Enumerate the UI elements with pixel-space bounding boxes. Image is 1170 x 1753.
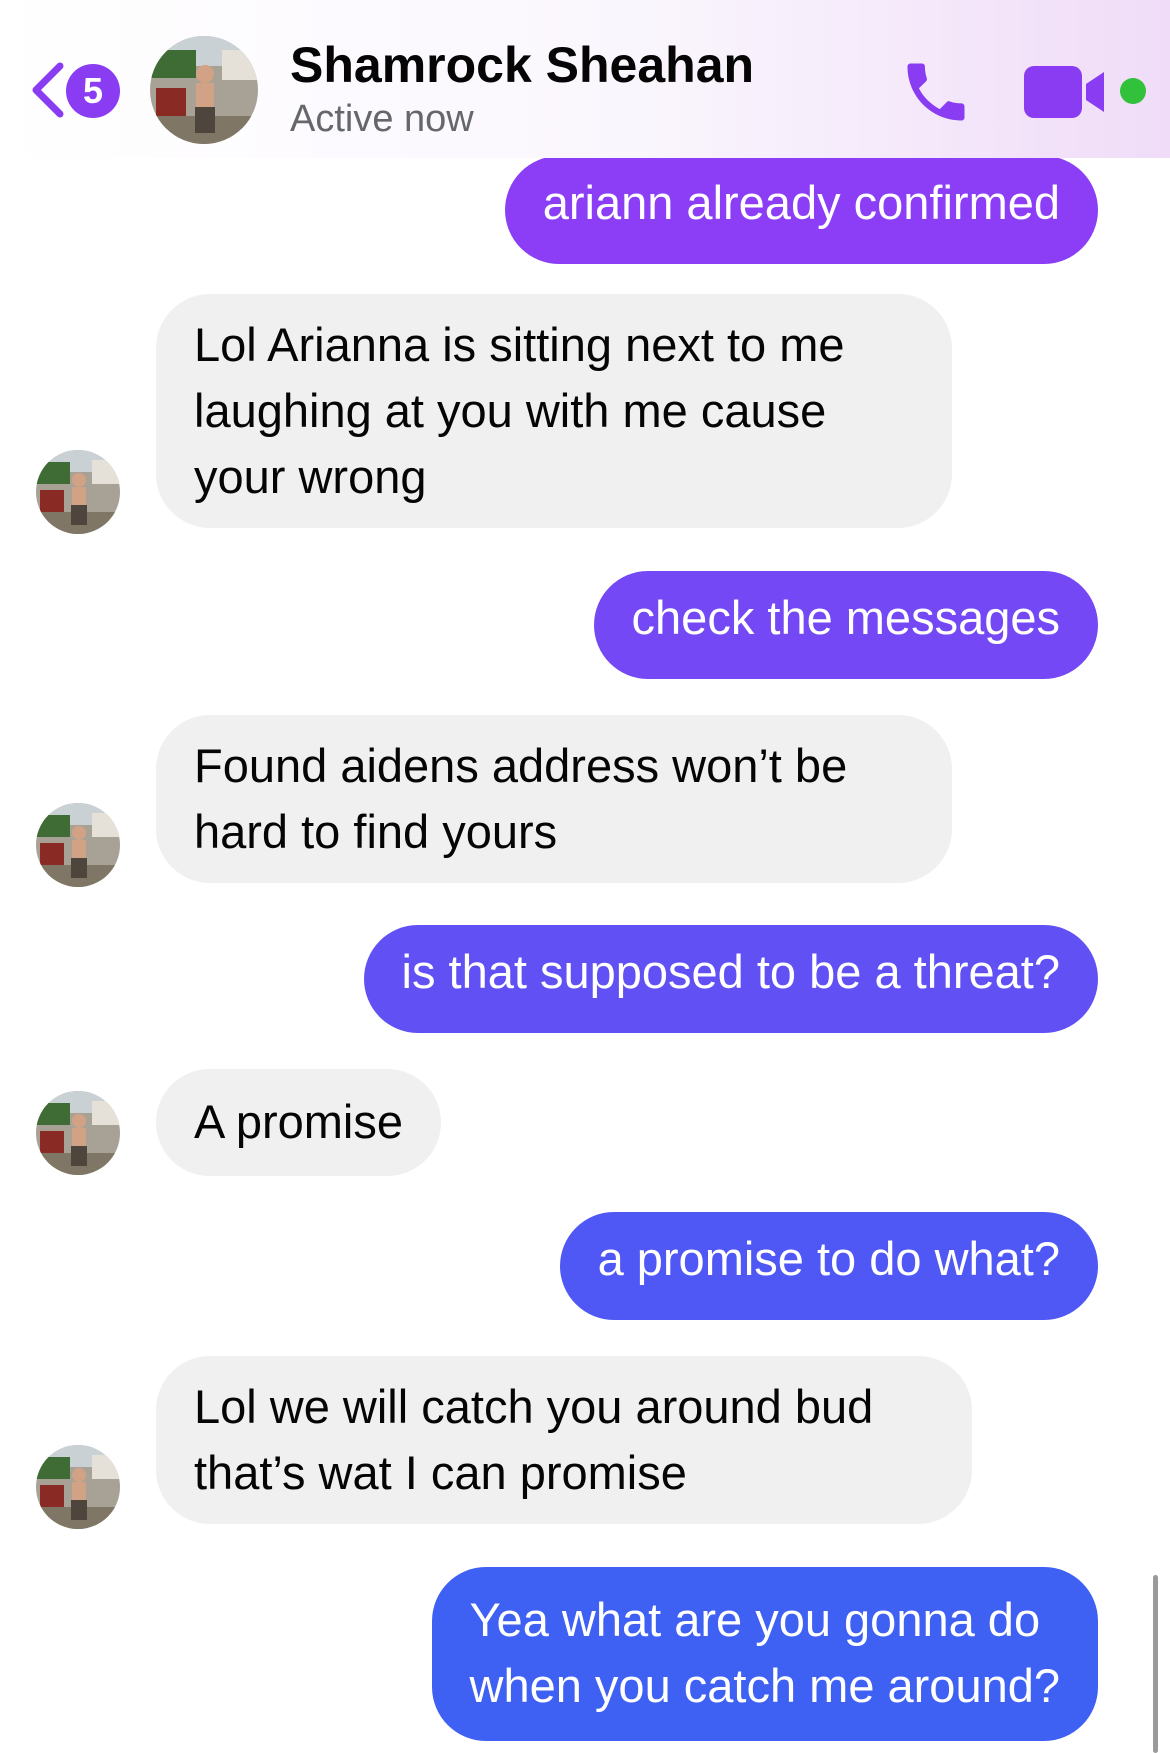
active-status: Active now <box>290 98 474 140</box>
profile-photo <box>36 1445 120 1529</box>
incoming-message[interactable]: Lol Arianna is sitting next to me laughi… <box>156 294 952 528</box>
profile-photo <box>150 36 258 144</box>
profile-photo <box>36 803 120 887</box>
message-line: A promise <box>194 1095 403 1148</box>
scrollbar[interactable] <box>1153 1575 1158 1753</box>
message-line: Found aidens address won’t be <box>194 739 848 792</box>
avatar[interactable] <box>36 1091 120 1175</box>
profile-photo <box>36 1091 120 1175</box>
video-call-button[interactable] <box>1022 60 1112 124</box>
contact-name: Shamrock Sheahan <box>290 37 755 93</box>
outgoing-message[interactable]: ariann already confirmed <box>504 156 1098 264</box>
chat-header: 5 Shamrock Sheahan Active now <box>0 0 1170 158</box>
message-line: that’s wat I can promise <box>194 1446 687 1499</box>
incoming-message[interactable]: Found aidens address won’t be hard to fi… <box>156 715 952 883</box>
profile-photo <box>36 450 120 534</box>
contact-avatar[interactable] <box>150 36 258 144</box>
phone-icon <box>907 63 965 121</box>
message-line: Lol we will catch you around bud <box>194 1380 874 1433</box>
message-line: laughing at you with me cause <box>194 384 827 437</box>
message-line: when you catch me around? <box>469 1659 1060 1712</box>
message-line: your wrong <box>194 450 427 503</box>
message-list[interactable]: ariann already confirmed Lol Arianna is … <box>0 0 1170 1753</box>
video-camera-icon <box>1024 66 1104 118</box>
incoming-message[interactable]: Lol we will catch you around bud that’s … <box>156 1356 972 1524</box>
outgoing-message[interactable]: is that supposed to be a threat? <box>363 925 1098 1033</box>
message-line: hard to find yours <box>194 805 558 858</box>
message-line: Lol Arianna is sitting next to me <box>194 318 845 371</box>
incoming-message[interactable]: A promise <box>156 1069 441 1176</box>
avatar[interactable] <box>36 450 120 534</box>
avatar[interactable] <box>36 1445 120 1529</box>
online-indicator <box>1120 78 1146 104</box>
unread-count-badge: 5 <box>66 64 120 118</box>
avatar[interactable] <box>36 803 120 887</box>
back-button[interactable]: 5 <box>22 56 122 126</box>
audio-call-button[interactable] <box>898 54 974 130</box>
outgoing-message[interactable]: check the messages <box>593 571 1098 679</box>
outgoing-message[interactable]: Yea what are you gonna do when you catch… <box>431 1567 1098 1741</box>
message-line: Yea what are you gonna do <box>469 1593 1041 1646</box>
chevron-left-icon <box>32 62 64 118</box>
outgoing-message[interactable]: a promise to do what? <box>559 1212 1098 1320</box>
